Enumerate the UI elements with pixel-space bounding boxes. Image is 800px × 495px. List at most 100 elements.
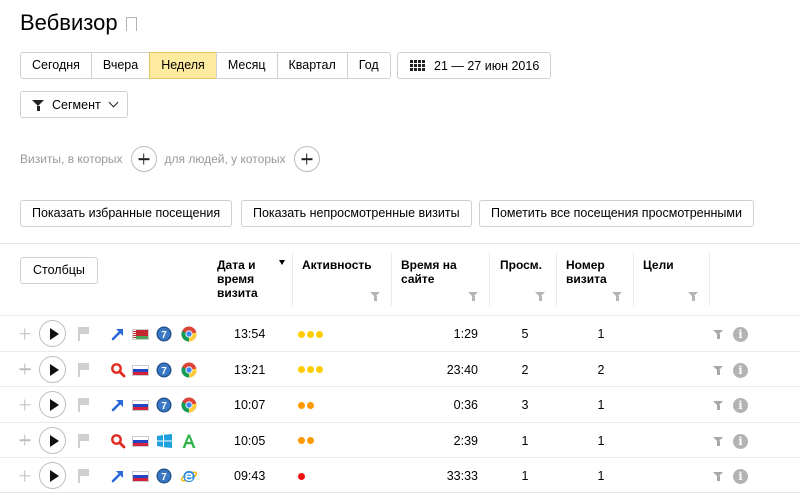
table-row[interactable]: 10:05 2:39 1 1 i [0,421,800,459]
sort-desc-icon[interactable] [279,260,285,265]
period-year[interactable]: Год [346,52,391,79]
people-filter-label: для людей, у которых [164,152,286,166]
period-week[interactable]: Неделя [149,52,217,79]
activity-filter-icon[interactable] [370,292,380,301]
flag-icon[interactable] [78,327,89,341]
add-to-favorites-icon[interactable] [19,435,30,446]
header-separator [709,252,710,306]
mark-all-watched-button[interactable]: Пометить все посещения просмотренными [479,200,754,227]
funnel-icon [32,99,44,111]
filter-line: Визиты, в которых для людей, у которых [20,146,328,172]
page-title-wrap: Вебвизор [20,10,137,36]
svg-text:7: 7 [161,472,167,483]
activity-indicator [298,316,323,352]
views-count: 1 [521,433,529,448]
header-separator [391,252,392,306]
add-people-condition-button[interactable] [293,146,320,172]
header-separator [556,252,557,306]
funnel-icon[interactable] [713,401,723,410]
header-separator [633,252,634,306]
info-icon[interactable]: i [733,362,748,378]
header-views[interactable]: Просм. [500,258,542,272]
visit-number-filter-icon[interactable] [612,292,622,301]
header-visit-number[interactable]: Номер визита [566,258,621,286]
link-source-icon [110,468,126,484]
columns-button[interactable]: Столбцы [20,257,98,284]
period-month[interactable]: Месяц [215,52,278,79]
ru-flag-icon [132,400,149,411]
chrome-browser-icon [181,326,197,342]
activity-dot [298,330,305,338]
add-to-favorites-icon[interactable] [19,470,30,481]
views-count: 5 [521,327,529,341]
info-icon[interactable]: i [733,469,748,484]
info-icon[interactable]: i [733,398,748,413]
views-count: 3 [521,398,529,412]
header-activity[interactable]: Активность [302,258,372,272]
show-favorites-button[interactable]: Показать избранные посещения [20,200,233,227]
visit-number: 2 [597,362,605,377]
header-date[interactable]: Дата и время визита [217,258,277,300]
table-row[interactable]: 7 13:21 23:40 2 2 i [0,350,800,387]
funnel-icon[interactable] [713,365,723,375]
time-on-site: 0:36 [453,398,478,412]
visit-time: 10:07 [234,398,266,412]
activity-dot [298,472,305,480]
table-row[interactable]: 7 13:54 1:29 5 1 i [0,315,800,351]
play-icon[interactable] [39,320,66,347]
search-source-icon [110,362,126,378]
activity-dot [307,330,314,338]
activity-dot [307,437,314,444]
add-to-favorites-icon[interactable] [19,364,30,375]
table-row[interactable]: 7 10:07 0:36 3 1 i [0,386,800,422]
win7-os-icon: 7 [156,468,172,484]
date-range-button[interactable]: 21 — 27 июн 2016 [397,52,552,79]
ru-flag-icon [132,435,149,447]
goals-filter-icon[interactable] [688,292,698,301]
visit-time: 09:43 [234,469,266,483]
play-icon[interactable] [39,462,66,489]
views-count: 2 [521,362,529,377]
play-icon[interactable] [39,391,66,418]
header-goals[interactable]: Цели [643,258,674,272]
flag-icon[interactable] [78,433,89,448]
flag-icon[interactable] [78,398,89,412]
amigo-browser-icon [181,433,197,449]
play-icon[interactable] [39,426,66,454]
link-source-icon [110,326,126,342]
visit-number: 1 [597,398,605,412]
funnel-icon[interactable] [713,472,723,481]
ru-flag-icon [132,364,149,376]
visit-number: 1 [597,327,605,341]
activity-dot [298,401,305,409]
search-source-icon [110,433,126,449]
info-icon[interactable]: i [733,327,748,342]
link-source-icon [110,397,126,413]
bookmark-icon[interactable] [125,17,137,36]
add-visit-condition-button[interactable] [130,146,157,172]
flag-icon[interactable] [78,469,89,483]
segment-button[interactable]: Сегмент [20,91,128,118]
info-icon[interactable]: i [733,433,748,449]
activity-indicator [298,423,314,459]
time-filter-icon[interactable] [468,292,478,301]
show-unwatched-button[interactable]: Показать непросмотренные визиты [241,200,472,227]
activity-dot [316,330,323,338]
funnel-icon[interactable] [713,330,723,339]
header-time-on-site[interactable]: Время на сайте [401,258,473,286]
calendar-icon [410,60,425,71]
activity-dot [307,401,314,409]
table-row[interactable]: 7 09:43 33:33 1 1 i [0,457,800,493]
time-on-site: 2:39 [453,433,478,448]
funnel-icon[interactable] [713,436,723,446]
period-quarter[interactable]: Квартал [276,52,348,79]
time-on-site: 33:33 [446,469,478,483]
period-today[interactable]: Сегодня [20,52,92,79]
views-filter-icon[interactable] [535,292,545,301]
add-to-favorites-icon[interactable] [19,399,30,410]
flag-icon[interactable] [78,362,89,377]
play-icon[interactable] [39,355,66,383]
activity-dot [298,366,305,373]
add-to-favorites-icon[interactable] [19,328,30,339]
period-yesterday[interactable]: Вчера [90,52,151,79]
